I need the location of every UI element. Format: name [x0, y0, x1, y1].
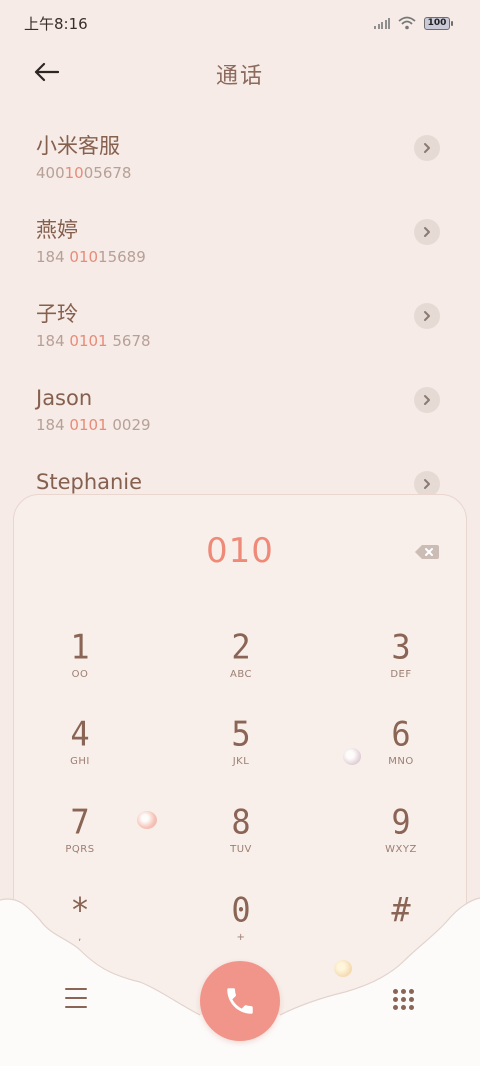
dial-key-1[interactable]: 1 OO: [30, 627, 130, 707]
contact-detail-button[interactable]: [414, 303, 440, 329]
key-digit: 2: [231, 627, 251, 667]
key-letters: WXYZ: [385, 844, 417, 855]
key-letters: PQRS: [65, 844, 95, 855]
dial-key-8[interactable]: 8 TUV: [191, 802, 291, 882]
contact-item[interactable]: Jason 184 0101 0029: [0, 364, 480, 448]
dialed-number: 010: [206, 531, 274, 571]
decorative-bubble: [137, 811, 157, 829]
key-letters: ABC: [229, 669, 252, 680]
dial-key-9[interactable]: 9 WXYZ: [351, 802, 451, 882]
contact-number: 184 0101 5678: [36, 332, 151, 350]
keypad-toggle-button[interactable]: [390, 986, 416, 1012]
phone-icon: [227, 988, 253, 1014]
page-title: 通话: [215, 64, 264, 89]
key-digit: 6: [391, 714, 411, 754]
contact-item[interactable]: 燕婷 184 01015689: [0, 196, 480, 280]
contact-number: 184 0101 0029: [36, 416, 151, 434]
key-letters: MNO: [388, 756, 414, 767]
contact-number: 4001005678: [36, 164, 132, 182]
backspace-icon: [415, 545, 439, 559]
dial-key-3[interactable]: 3 DEF: [351, 627, 451, 707]
status-icons: 100: [374, 16, 453, 30]
key-letters: TUV: [230, 844, 252, 855]
contact-list: 小米客服 4001005678 燕婷 184 01015689 子玲 184 0…: [0, 112, 480, 532]
contact-detail-button[interactable]: [414, 387, 440, 413]
chevron-right-icon: [424, 311, 430, 321]
key-digit: 5: [231, 714, 251, 754]
status-bar: 上午8:16 100: [0, 0, 480, 46]
key-letters: OO: [71, 669, 89, 680]
bottom-action-bar: [0, 960, 480, 1041]
decorative-bubble: [343, 748, 361, 765]
chevron-right-icon: [424, 395, 430, 405]
header: 通话: [0, 46, 480, 98]
contact-item[interactable]: 小米客服 4001005678: [0, 112, 480, 196]
key-letters: JKL: [232, 756, 250, 767]
key-digit: 1: [70, 627, 90, 667]
dial-key-6[interactable]: 6 MNO: [351, 714, 451, 794]
contact-number: 184 01015689: [36, 248, 146, 266]
contact-detail-button[interactable]: [414, 135, 440, 161]
key-letters: GHI: [70, 756, 90, 767]
key-digit: 7: [70, 802, 90, 842]
key-digit: 4: [70, 714, 90, 754]
delete-button[interactable]: [414, 543, 440, 561]
contact-detail-button[interactable]: [414, 219, 440, 245]
wifi-icon: [398, 16, 416, 30]
chevron-right-icon: [424, 143, 430, 153]
status-time: 上午8:16: [24, 14, 88, 33]
call-button[interactable]: [200, 961, 280, 1041]
key-digit: 3: [391, 627, 411, 667]
signal-icon: [374, 17, 390, 29]
contact-item[interactable]: 子玲 184 0101 5678: [0, 280, 480, 364]
menu-button[interactable]: [62, 984, 90, 1012]
chevron-right-icon: [424, 479, 430, 489]
dial-key-4[interactable]: 4 GHI: [30, 714, 130, 794]
battery-icon: 100: [424, 16, 453, 30]
dial-key-5[interactable]: 5 JKL: [191, 714, 291, 794]
chevron-right-icon: [424, 227, 430, 237]
dial-key-7[interactable]: 7 PQRS: [30, 802, 130, 882]
key-digit: 8: [231, 802, 251, 842]
key-letters: DEF: [390, 669, 412, 680]
dial-key-2[interactable]: 2 ABC: [191, 627, 291, 707]
key-digit: 9: [391, 802, 411, 842]
